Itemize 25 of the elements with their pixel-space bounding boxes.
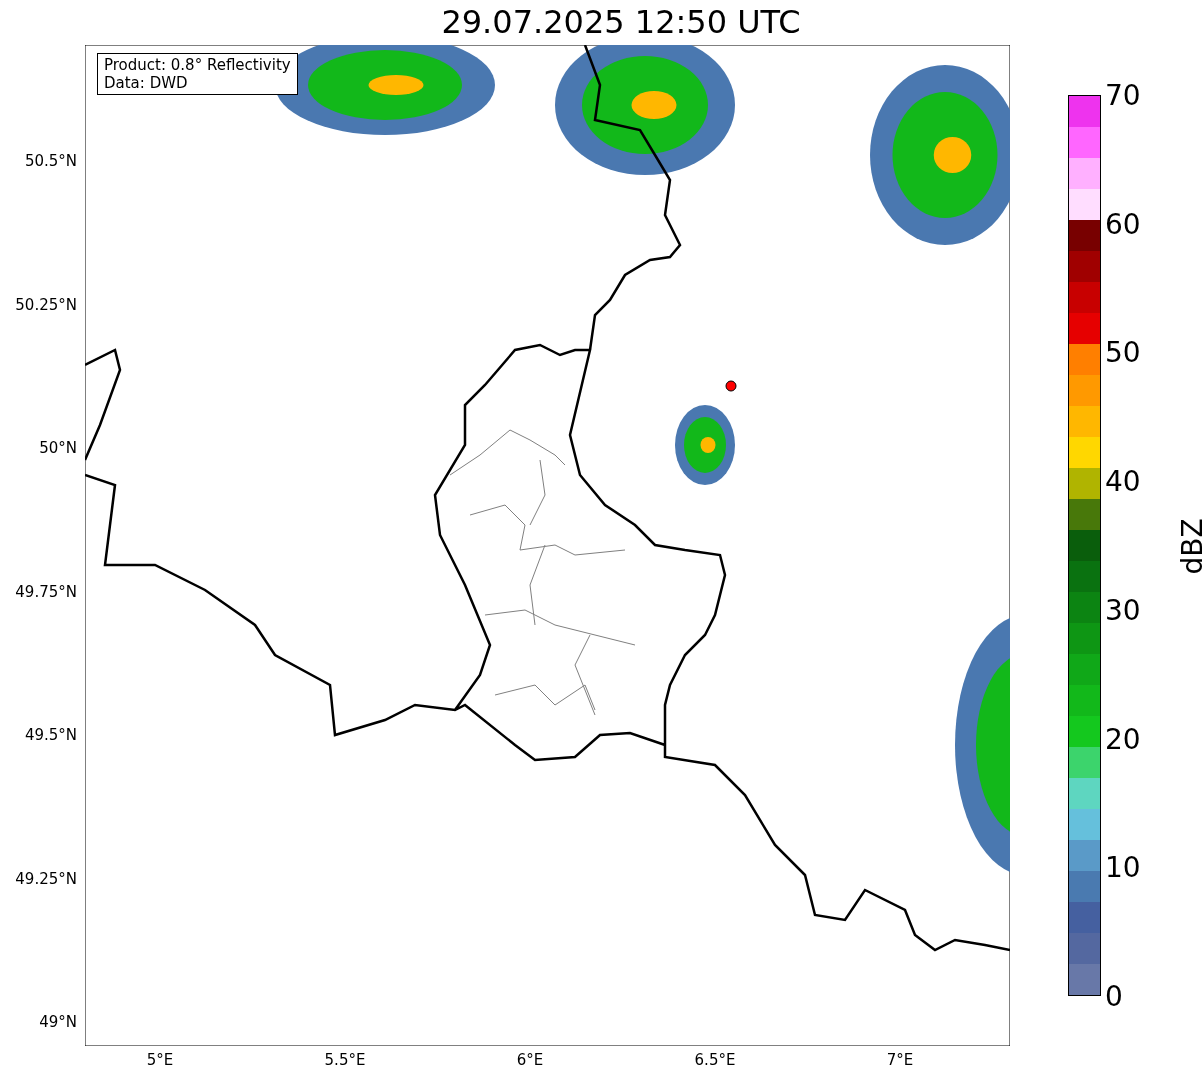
axis-tick-label: 50.5°N <box>24 152 77 170</box>
axis-tick-label: 6.5°E <box>694 1051 736 1069</box>
legend-text: Product: 0.8° Reflectivity <box>104 56 291 74</box>
colorbar-tick-label: 50 <box>1105 335 1141 369</box>
colorbar-tick-label: 40 <box>1105 464 1141 498</box>
legend-text: Data: DWD <box>104 74 189 92</box>
colorbar-tick-label: 70 <box>1105 78 1141 112</box>
marker-icon <box>725 380 737 392</box>
chart-title: 29.07.2025 12:50 UTC <box>440 2 802 43</box>
colorbar-tick-label: 0 <box>1105 979 1123 1013</box>
axis-tick-label: 50.25°N <box>15 295 77 314</box>
colorbar-label: dBZ <box>1175 518 1202 575</box>
colorbar-tick-label: 60 <box>1105 207 1141 241</box>
axis-tick-label: 49.5°N <box>24 726 77 744</box>
axis-tick-label: 49°N <box>39 1013 77 1031</box>
colorbar-tick-label: 30 <box>1105 593 1141 627</box>
axis-tick-label: 7°E <box>886 1051 914 1069</box>
axis-tick-label: 49.75°N <box>15 582 77 601</box>
axis-tick-label: 50°N <box>39 439 77 457</box>
axis-tick-label: 5.5°E <box>324 1051 366 1069</box>
axis-tick-label: 6°E <box>516 1051 544 1069</box>
axis-tick-label: 5°E <box>146 1051 174 1069</box>
colorbar-tick-label: 10 <box>1105 850 1141 884</box>
axis-tick-label: 49.25°N <box>15 869 77 888</box>
colorbar-tick-label: 20 <box>1105 722 1141 756</box>
